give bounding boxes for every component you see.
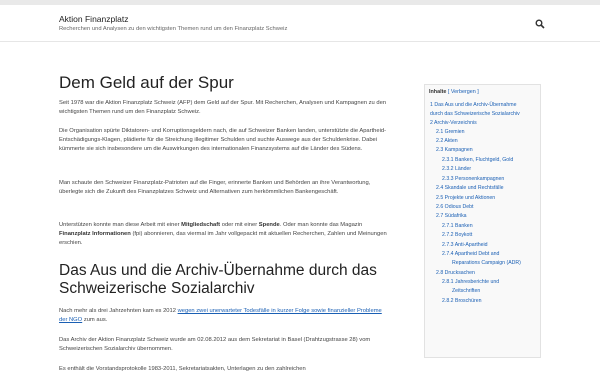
toc-title: Inhalte: [429, 89, 447, 95]
closure-paragraph: Nach mehr als drei Jahrzehnten kam es 20…: [59, 307, 389, 325]
toc-item[interactable]: Zeitschriften: [452, 287, 480, 296]
magazine-name: Finanzplatz Informationen: [59, 231, 131, 238]
finanzplatz-paragraph: Man schaute den Schweizer Finanzplatz-Pa…: [59, 180, 371, 196]
toc-item[interactable]: 2.3.2 Länder: [442, 165, 471, 174]
toc-item[interactable]: 2.3 Kampagnen: [436, 146, 473, 155]
toc-item[interactable]: 2.7.3 Anti-Apartheid: [442, 241, 488, 250]
toc-item[interactable]: 2.7 Südafrika: [436, 212, 467, 221]
support-text-3: . Oder man konnte das Magazin: [279, 222, 363, 228]
closure-text-1: Nach mehr als drei Jahrzehnten kam es 20…: [59, 308, 178, 314]
toc-item[interactable]: 2.8.1 Jahresberichte und: [442, 278, 499, 287]
toc-item[interactable]: 2.3.1 Banken, Fluchtgeld, Gold: [442, 156, 513, 165]
toc-item[interactable]: 2.7.4 Apartheid Debt and: [442, 250, 499, 259]
toc-item[interactable]: 2.1 Gremien: [436, 128, 465, 137]
toc-item[interactable]: 2.2 Akten: [436, 137, 458, 146]
organisation-paragraph: Die Organisation spürte Diktatoren- und …: [59, 128, 387, 153]
site-title[interactable]: Aktion Finanzplatz: [59, 14, 128, 24]
search-icon[interactable]: [535, 19, 545, 29]
support-paragraph: Unterstützen konnte man diese Arbeit mit…: [59, 221, 389, 249]
toc-item[interactable]: 2.4 Skandale und Rechtsfälle: [436, 184, 503, 193]
toc-item[interactable]: 2.3.3 Personenkampagnen: [442, 175, 504, 184]
toc-toggle[interactable]: [ Verbergen ]: [448, 89, 479, 95]
toc-item[interactable]: 1 Das Aus und die Archiv-Übernahme: [430, 101, 517, 110]
section-title: Das Aus und die Archiv-Übernahme durch d…: [59, 262, 377, 297]
toc-item[interactable]: 2.5 Projekte und Aktionen: [436, 194, 495, 203]
intro-paragraph: Seit 1978 war die Aktion Finanzplatz Sch…: [59, 100, 387, 116]
toc-item[interactable]: 2.7.1 Banken: [442, 222, 473, 231]
toc-item[interactable]: Reparations Campaign (ADR): [452, 259, 521, 268]
contents-paragraph: Es enthält die Vorstandsprotokolle 1983-…: [59, 366, 306, 372]
donation-text: Spende: [258, 222, 280, 228]
closure-text-2: zum aus.: [82, 317, 108, 324]
site-tagline: Recherchen und Analysen zu den wichtigst…: [59, 26, 288, 32]
toc-item[interactable]: 2.8 Drucksachen: [436, 269, 475, 278]
toc-item[interactable]: 2.7.2 Boykott: [442, 231, 472, 240]
toc-header: Inhalte [ Verbergen ]: [429, 89, 479, 95]
archive-paragraph: Das Archiv der Aktion Finanzplatz Schwei…: [59, 337, 371, 353]
toc-item[interactable]: 2 Archiv-Verzeichnis: [430, 119, 477, 128]
page-title: Dem Geld auf der Spur: [59, 73, 234, 92]
toc-item[interactable]: 2.8.2 Broschüren: [442, 297, 482, 306]
site-header: Aktion Finanzplatz Recherchen und Analys…: [0, 5, 600, 42]
toc-item[interactable]: durch das Schweizerische Sozialarchiv: [430, 110, 520, 119]
support-text-1: Unterstützen konnte man diese Arbeit mit…: [59, 222, 182, 228]
membership-text: Mitgliedschaft: [181, 222, 221, 228]
toc-item[interactable]: 2.6 Odious Debt: [436, 203, 474, 212]
support-text-2: oder mit einer: [220, 222, 259, 228]
